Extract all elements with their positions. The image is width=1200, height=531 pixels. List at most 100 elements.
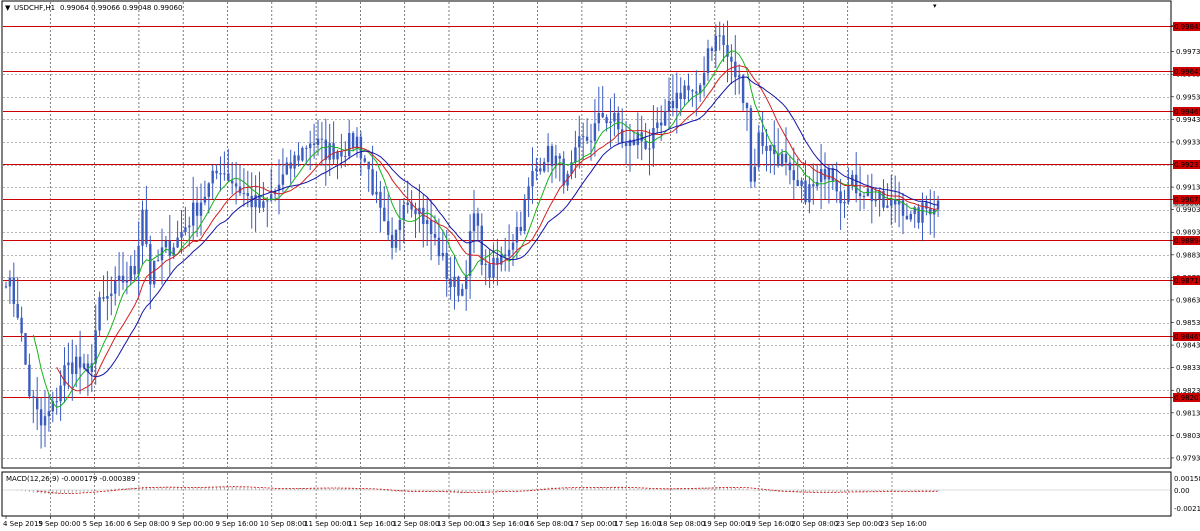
candle-body	[812, 184, 815, 187]
candle-body	[285, 162, 288, 175]
time-tick-label: 17 Sep 16:00	[614, 520, 661, 528]
candle-body	[363, 158, 366, 162]
candle-body	[652, 127, 655, 149]
candle-body	[24, 333, 27, 365]
candle-body	[890, 199, 893, 206]
chart-window[interactable]: 0.998450.997300.996300.995300.994300.993…	[0, 0, 1200, 531]
candle-body	[293, 155, 296, 169]
candle-body	[398, 220, 402, 231]
time-tick-label: 20 Sep 08:00	[791, 520, 838, 528]
candle-body	[375, 191, 378, 195]
candle-body	[406, 202, 409, 205]
time-tick-label: 6 Sep 08:00	[127, 520, 169, 528]
candle-body	[12, 277, 15, 304]
candle-body	[461, 288, 464, 296]
candle-body	[433, 233, 437, 238]
candle-body	[250, 195, 253, 208]
price-tick-label: 0.99530	[1176, 93, 1200, 101]
candle-body	[671, 100, 675, 109]
candle-body	[149, 244, 152, 285]
level-tag-text: 0.99845	[1174, 23, 1200, 31]
candle-body	[855, 174, 858, 194]
candle-body	[164, 240, 168, 248]
candle-body	[203, 196, 207, 203]
candle-body	[831, 168, 834, 181]
candle-body	[39, 409, 43, 426]
candle-body	[441, 252, 444, 257]
candle-body	[909, 214, 912, 220]
candle-body	[102, 297, 105, 299]
level-tag-text: 0.99233	[1174, 161, 1200, 169]
candle-body	[535, 168, 538, 171]
candle-body	[110, 293, 113, 296]
candle-body	[905, 215, 909, 220]
candle-body	[156, 260, 160, 262]
time-tick-label: 13 Sep 00:00	[437, 520, 484, 528]
candle-body	[184, 227, 187, 233]
candle-body	[117, 275, 121, 281]
candle-body	[71, 362, 74, 374]
candle-body	[137, 245, 140, 275]
pin-icon[interactable]: ▾	[933, 2, 937, 10]
candle-body	[695, 91, 698, 94]
candle-body	[921, 202, 924, 223]
candle-body	[4, 286, 8, 288]
price-tick-label: 0.99330	[1176, 138, 1200, 146]
candle-body	[301, 147, 304, 161]
macd-tick-zero: 0.00	[1174, 487, 1190, 495]
candle-body	[539, 168, 542, 172]
candle-body	[281, 174, 285, 185]
time-tick-label: 4 Sep 2019	[3, 520, 43, 528]
candle-body	[585, 136, 589, 141]
level-tag-text: 0.99079	[1174, 196, 1200, 204]
time-tick-label: 19 Sep 00:00	[703, 520, 750, 528]
candle-body	[305, 147, 308, 149]
candle-body	[309, 143, 312, 149]
candle-body	[351, 133, 355, 149]
price-tick-label: 0.99130	[1176, 184, 1200, 192]
candle-body	[617, 112, 620, 130]
candle-body	[574, 147, 577, 163]
candle-body	[800, 180, 803, 187]
candle-body	[667, 100, 671, 111]
dropdown-arrow-icon[interactable]: ▼	[5, 4, 11, 12]
candle-body	[613, 112, 616, 122]
candle-body	[507, 249, 511, 257]
candle-body	[426, 220, 429, 225]
candle-body	[180, 232, 183, 238]
candle-body	[562, 158, 565, 186]
candle-body	[745, 102, 749, 109]
candle-body	[32, 396, 35, 399]
candle-body	[414, 209, 417, 215]
candle-body	[348, 133, 351, 156]
candle-body	[691, 90, 694, 92]
time-tick-label: 19 Sep 16:00	[747, 520, 794, 528]
candle-body	[266, 200, 269, 202]
time-tick-label: 9 Sep 00:00	[171, 520, 213, 528]
candle-body	[153, 260, 156, 285]
candle-body	[515, 227, 519, 243]
candle-body	[714, 35, 717, 51]
level-tag-text: 0.98719	[1174, 277, 1200, 285]
time-tick-label: 5 Sep 00:00	[38, 520, 80, 528]
candle-body	[769, 145, 772, 151]
candle-body	[593, 123, 597, 141]
candle-body	[601, 113, 604, 118]
time-tick-label: 12 Sep 08:00	[393, 520, 440, 528]
candle-body	[741, 75, 745, 103]
time-tick-label: 13 Sep 16:00	[481, 520, 528, 528]
candle-body	[738, 75, 741, 78]
candle-body	[644, 141, 647, 149]
price-tick-label: 0.98330	[1176, 364, 1200, 372]
level-tag-text: 0.99465	[1174, 108, 1200, 116]
candle-body	[804, 180, 807, 203]
candle-body	[753, 166, 756, 182]
candle-body	[710, 48, 714, 51]
candle-body	[324, 139, 327, 160]
candle-body	[839, 191, 842, 204]
candle-body	[453, 276, 456, 288]
candle-body	[246, 193, 249, 196]
candle-body	[98, 297, 101, 331]
price-tick-label: 0.98930	[1176, 229, 1200, 237]
time-tick-label: 5 Sep 16:00	[83, 520, 125, 528]
